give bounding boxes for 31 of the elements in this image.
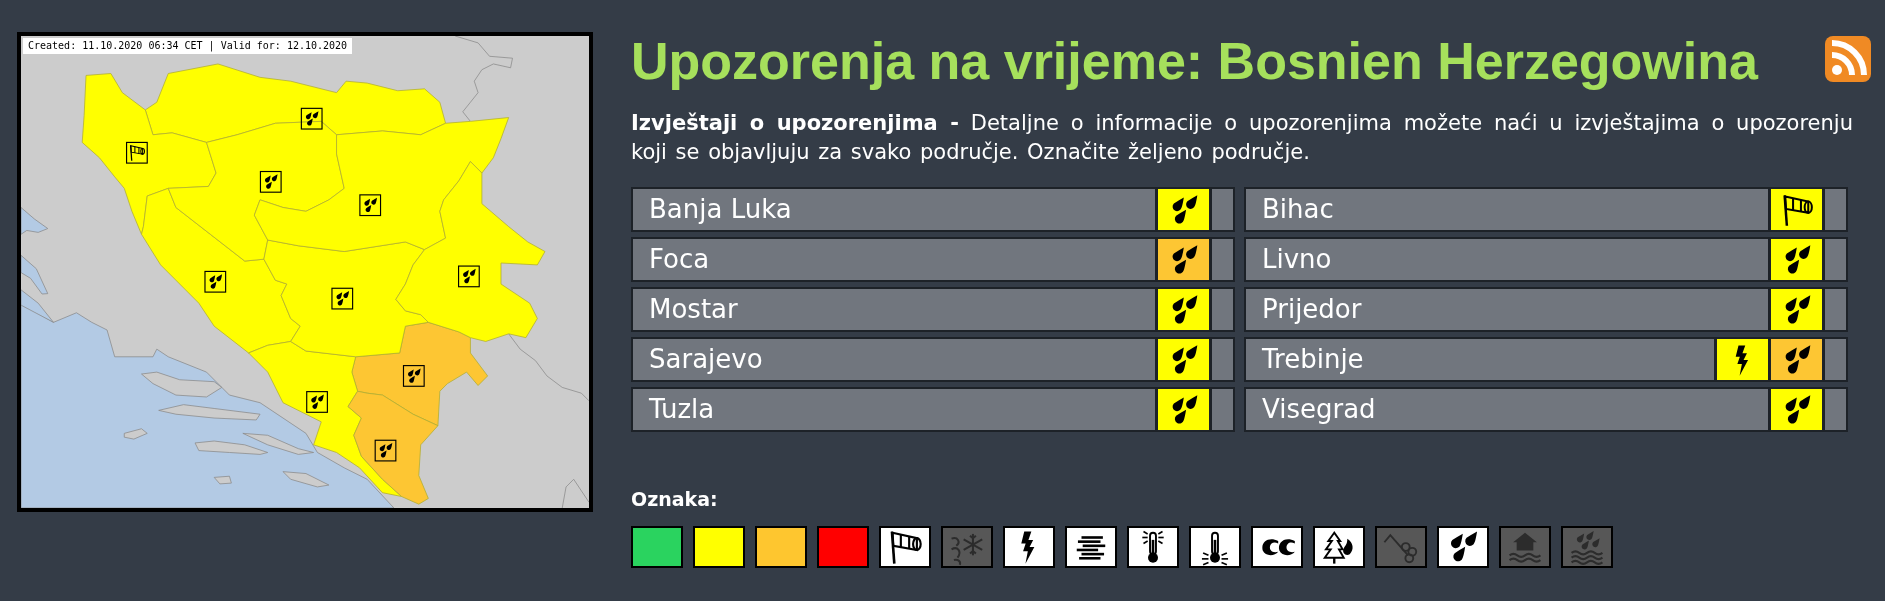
page-title: Upozorenja na vrijeme: Bosnien Herzegowina (631, 33, 1758, 89)
intro-text: Izvještaji o upozorenjima - Detaljne o informacije o upozorenjima možete naći u izvještajima o upozorenju koji se objavljuju za svako područje. Označite željeno područje. (631, 110, 1853, 166)
sea-area (21, 207, 49, 235)
raindrops-icon (306, 391, 328, 413)
raindrops-icon (331, 287, 354, 310)
region-link[interactable]: Livno (1244, 237, 1848, 282)
legend-title: Oznaka: (631, 487, 719, 511)
raindrops-icon (259, 170, 282, 193)
raindrops-icon (374, 439, 397, 462)
raindrops-icon (204, 270, 227, 293)
island (213, 475, 232, 485)
raindrops-icon (402, 365, 425, 387)
sea-area (21, 254, 49, 295)
country-border-line (561, 478, 589, 508)
raindrops-icon (359, 194, 382, 217)
region-link[interactable]: Tuzla (631, 387, 1235, 432)
map-caption: Created: 11.10.2020 06:34 CET | Valid for: 12.10.2020 (23, 38, 353, 54)
region-link[interactable]: Mostar (631, 287, 1235, 332)
island (282, 471, 330, 488)
region-link[interactable]: Sarajevo (631, 337, 1235, 382)
rss-icon[interactable] (1825, 36, 1871, 82)
region-link[interactable]: Foca (631, 237, 1235, 282)
island (123, 428, 148, 440)
raindrops-icon (458, 265, 480, 288)
raindrops-icon (300, 107, 323, 130)
region-link[interactable]: Prijedor (1244, 287, 1848, 332)
region-link[interactable]: Bihac (1244, 187, 1848, 232)
region-link[interactable]: Visegrad (1244, 387, 1848, 432)
region-link[interactable]: Trebinje (1244, 337, 1848, 382)
windsock-icon (126, 141, 148, 164)
region-link[interactable]: Banja Luka (631, 187, 1235, 232)
